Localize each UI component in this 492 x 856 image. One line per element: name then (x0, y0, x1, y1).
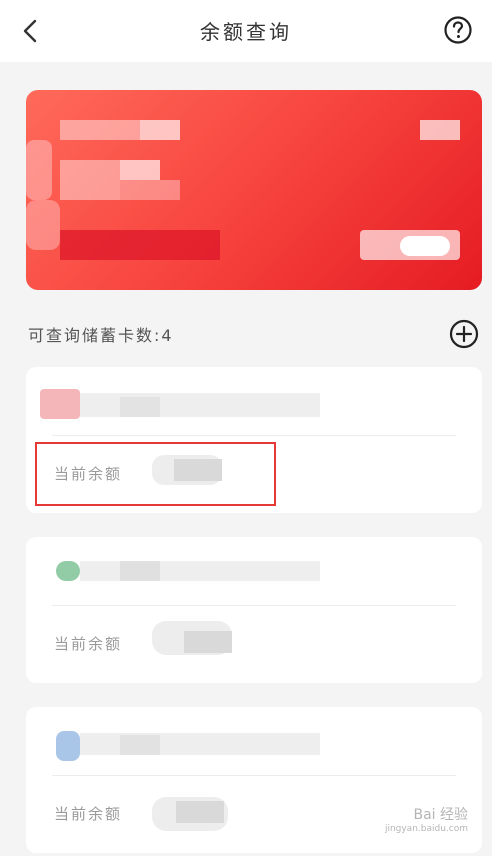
bank-logo-icon (56, 561, 80, 581)
card-count-label: 可查询储蓄卡数:4 (28, 326, 174, 345)
redacted-block (120, 561, 160, 581)
redacted-block (26, 140, 52, 200)
watermark: Bai 经验 jingyan.baidu.com (372, 804, 468, 844)
top-nav-bar: 余额查询 (0, 0, 492, 62)
bank-logo-icon (56, 731, 80, 761)
account-card-header (26, 707, 482, 775)
redacted-block (60, 230, 220, 260)
redacted-block (120, 180, 180, 200)
redacted-balance-value (152, 797, 232, 831)
divider (52, 605, 456, 606)
redacted-block (120, 735, 160, 755)
account-card-header (26, 537, 482, 605)
account-card[interactable]: 当前余额 (26, 367, 482, 513)
balance-inquiry-page: 余额查询 可查询储蓄卡数:4 当前余额 当前余额 当前余额 Bai 经验 jin… (0, 0, 492, 856)
balance-label: 当前余额 (54, 805, 123, 823)
redacted-block (120, 397, 160, 417)
plus-circle-icon (449, 319, 479, 349)
help-button[interactable] (442, 14, 474, 46)
redacted-block (80, 561, 320, 581)
divider (52, 435, 456, 436)
account-card-header (26, 367, 482, 435)
divider (52, 775, 456, 776)
redacted-block (140, 120, 180, 140)
redacted-block (60, 120, 140, 140)
redacted-block (26, 200, 60, 250)
watermark-sub: jingyan.baidu.com (384, 824, 468, 834)
redacted-block (80, 393, 320, 417)
question-circle-icon (444, 16, 472, 44)
watermark-text: Bai 经验 (413, 807, 468, 823)
redacted-block (120, 160, 160, 180)
bank-logo-icon (40, 389, 80, 419)
add-card-button[interactable] (448, 318, 480, 350)
selected-card-banner (26, 90, 482, 290)
balance-label: 当前余额 (54, 635, 123, 653)
redacted-block (420, 120, 460, 140)
page-title: 余额查询 (200, 20, 292, 44)
redacted-block (400, 236, 450, 256)
balance-label: 当前余额 (54, 465, 123, 483)
redacted-block (80, 733, 320, 755)
account-card[interactable]: 当前余额 (26, 537, 482, 683)
redacted-balance-value (152, 455, 232, 485)
redacted-balance-value (152, 621, 232, 655)
redacted-block (60, 160, 120, 200)
